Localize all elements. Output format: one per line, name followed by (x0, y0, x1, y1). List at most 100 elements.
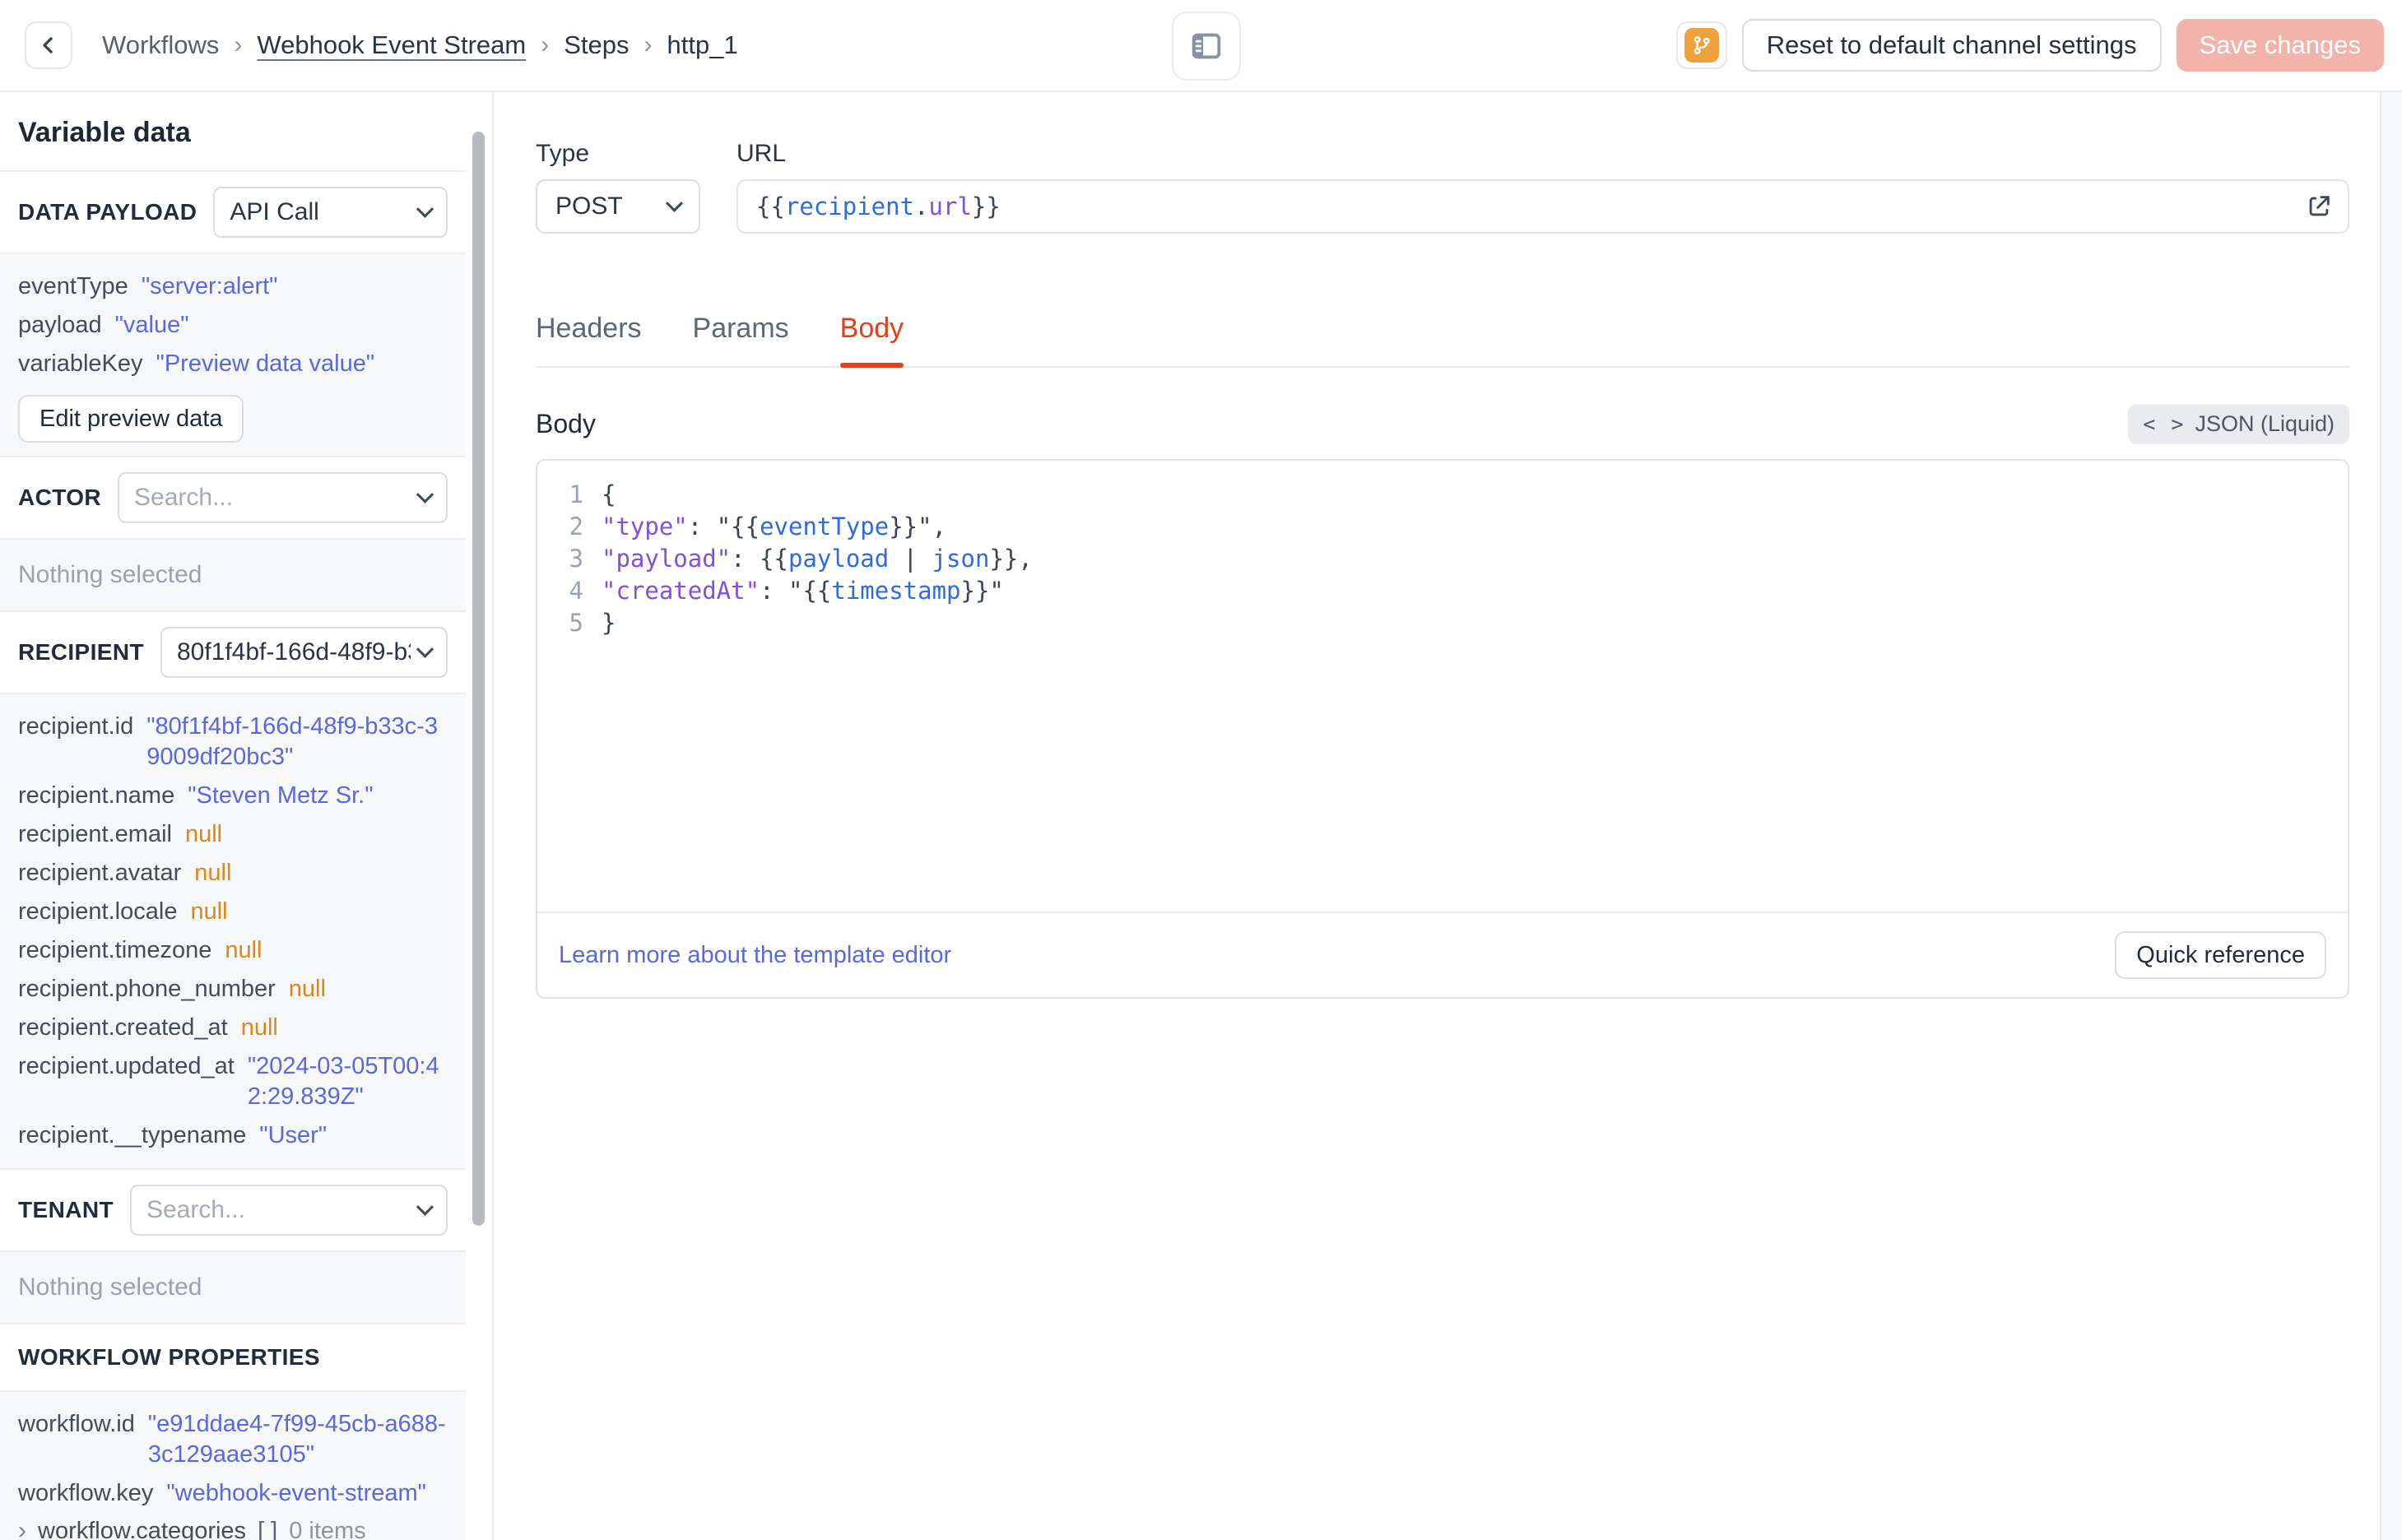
data-payload-selected-value: API Call (230, 198, 319, 225)
kv-row-recipient.name: recipient.name "Steven Metz Sr." (18, 777, 448, 815)
breadcrumb-steps: Steps (564, 30, 630, 59)
data-payload-select[interactable]: API Call (213, 187, 448, 238)
kv-key: recipient.avatar (18, 860, 182, 886)
sidebar-scrollbar[interactable] (472, 132, 485, 1226)
breadcrumb-separator: › (541, 31, 550, 58)
kv-key: recipient.email (18, 821, 172, 847)
type-label: Type (536, 140, 590, 167)
line-number: 4 (569, 577, 583, 605)
code-token: , (932, 513, 947, 540)
code-text: { (602, 479, 616, 511)
sidebar-content: Variable data DATA PAYLOAD API Call even… (0, 92, 492, 1540)
kv-value: "e91ddae4-7f99-45cb-a688-3c129aae3105" (147, 1411, 446, 1468)
code-token: }} (889, 513, 918, 540)
save-changes-button[interactable]: Save changes (2176, 19, 2384, 72)
actor-search-select[interactable]: Search... (118, 472, 448, 523)
code-token: {{ (802, 577, 832, 605)
expand-chevron-icon: › (18, 1517, 26, 1540)
kv-key: recipient.created_at (18, 1014, 228, 1041)
kv-row-recipient.locale: recipient.locale null (18, 893, 448, 931)
code-token: }} (971, 192, 1001, 220)
code-line: 5} (537, 607, 2348, 639)
kv-row-variableKey: variableKey "Preview data value" (18, 345, 448, 383)
chevron-down-icon (665, 194, 684, 212)
url-value: {{recipient.url}} (756, 192, 1001, 220)
open-external-button[interactable] (2305, 192, 2333, 220)
git-branch-badge (1684, 28, 1719, 63)
code-token: {{ (731, 513, 760, 540)
sidebar-toggle-button[interactable] (1172, 12, 1241, 81)
categories-count: 0 items (289, 1517, 366, 1540)
workflow-rows: workflow.id "e91ddae4-7f99-45cb-a688-3c12… (18, 1405, 448, 1513)
recipient-properties-block: recipient.id "80f1f4bf-166d-48f9-b33c-390… (0, 693, 466, 1170)
tenant-row: TENANT Search... (0, 1170, 466, 1250)
code-text: "createdAt": "{{timestamp}}" (602, 575, 1004, 607)
code-token: " (716, 513, 732, 540)
kv-value: "value" (114, 312, 189, 338)
tab-headers[interactable]: Headers (536, 313, 642, 366)
chevron-down-icon (416, 485, 434, 503)
code-token: timestamp (831, 577, 961, 605)
method-select[interactable]: POST (536, 179, 700, 234)
recipient-select[interactable]: 80f1f4bf-166d-48f9-b33c (160, 627, 448, 678)
kv-value: "server:alert" (141, 273, 278, 299)
template-editor-card: 1{2 "type": "{{eventType}}", 3 "payload": {… (536, 459, 2349, 999)
variable-data-sidebar: Variable data DATA PAYLOAD API Call even… (0, 92, 494, 1540)
tenant-search-select[interactable]: Search... (129, 1185, 448, 1236)
url-label: URL (736, 140, 787, 167)
actor-search-placeholder: Search... (134, 484, 234, 511)
breadcrumb-webhook-event-stream[interactable]: Webhook Event Stream (257, 30, 526, 60)
code-token: {{ (756, 192, 785, 220)
uncommitted-changes-button[interactable] (1675, 21, 1727, 69)
kv-value: null (184, 821, 223, 847)
quick-reference-button[interactable]: Quick reference (2115, 931, 2326, 979)
right-edge-strip (2380, 92, 2402, 1540)
kv-row-recipient.__typename: recipient.__typename "User" (18, 1116, 448, 1155)
code-token: {{ (760, 545, 788, 573)
tab-params[interactable]: Params (693, 313, 789, 366)
back-button[interactable] (25, 21, 72, 69)
tab-body[interactable]: Body (839, 313, 904, 368)
code-token: , (1018, 545, 1033, 573)
kv-value: "80f1f4bf-166d-48f9-b33c-39009df20bc3" (146, 713, 438, 770)
kv-row-eventType: eventType "server:alert" (18, 267, 448, 306)
code-token: . (914, 192, 929, 220)
type-field: Type POST (536, 140, 700, 234)
recipient-rows: recipient.id "80f1f4bf-166d-48f9-b33c-390… (18, 707, 448, 1155)
workflow-categories-row[interactable]: › workflow.categories [ ] 0 items (18, 1513, 448, 1540)
kv-row-payload: payload "value" (18, 306, 448, 345)
chevron-left-icon (43, 37, 53, 53)
data-payload-label: DATA PAYLOAD (18, 199, 197, 225)
language-badge: < > JSON (Liquid) (2128, 404, 2349, 444)
code-editor[interactable]: 1{2 "type": "{{eventType}}", 3 "payload": {… (537, 461, 2348, 911)
panel-left-icon (1192, 33, 1221, 59)
data-payload-rows: eventType "server:alert" payload "value" var… (18, 267, 448, 383)
url-input[interactable]: {{recipient.url}} (736, 179, 2349, 234)
kv-value: "webhook-event-stream" (166, 1480, 426, 1506)
code-token: " (989, 577, 1004, 605)
kv-key: recipient.__typename (18, 1122, 247, 1148)
categories-key: workflow.categories (38, 1517, 247, 1540)
workflow-properties-heading: WORKFLOW PROPERTIES (0, 1324, 466, 1390)
method-selected-value: POST (555, 192, 623, 220)
recipient-label: RECIPIENT (18, 639, 144, 665)
language-badge-label: JSON (Liquid) (2195, 411, 2335, 436)
reset-channel-settings-button[interactable]: Reset to default channel settings (1741, 19, 2162, 72)
kv-key: eventType (18, 273, 128, 299)
code-line: 4 "createdAt": "{{timestamp}}" (537, 575, 2348, 607)
line-number: 5 (569, 609, 583, 637)
code-token: | (889, 545, 932, 573)
request-editor-panel: Type POST URL {{recipient.url}} Headers … (494, 92, 2380, 1540)
chevron-down-icon (416, 200, 434, 218)
template-editor-docs-link[interactable]: Learn more about the template editor (559, 942, 951, 969)
kv-row-recipient.created_at: recipient.created_at null (18, 1009, 448, 1047)
kv-key: variableKey (18, 350, 143, 377)
tenant-label: TENANT (18, 1197, 114, 1222)
breadcrumb: Workflows › Webhook Event Stream › Steps › htt… (102, 30, 738, 60)
code-token: "payload" (602, 545, 732, 573)
kv-value: "Preview data value" (156, 350, 375, 377)
edit-preview-data-button[interactable]: Edit preview data (18, 395, 244, 443)
recipient-row: RECIPIENT 80f1f4bf-166d-48f9-b33c (0, 612, 466, 693)
editor-footer: Learn more about the template editor Qui… (537, 911, 2348, 997)
kv-key: recipient.name (18, 782, 175, 809)
